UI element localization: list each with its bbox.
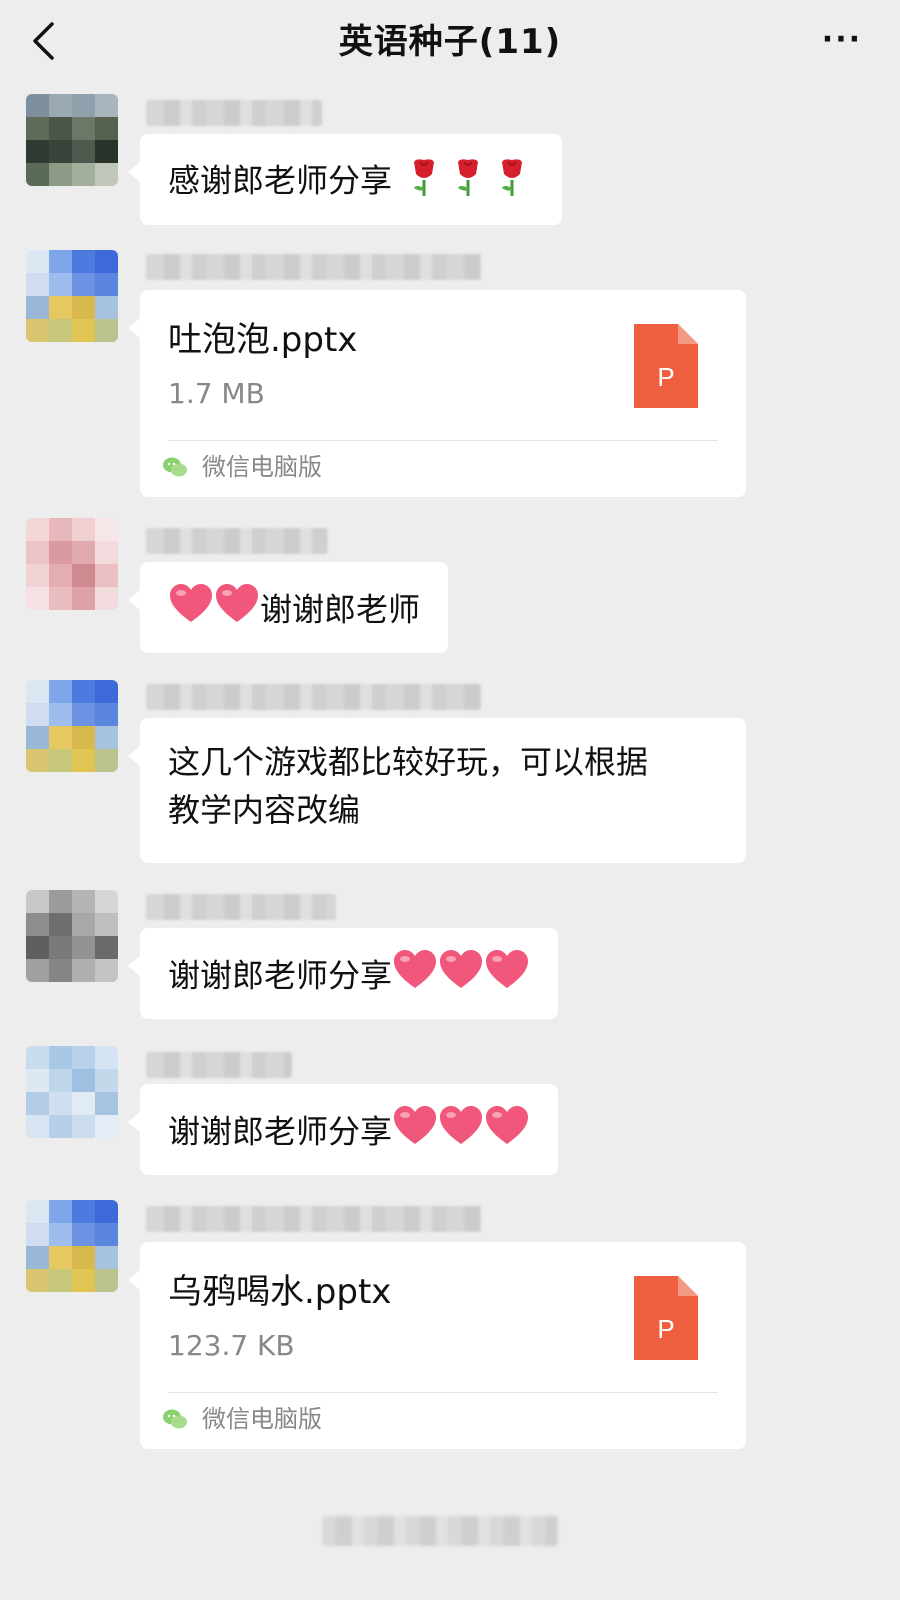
heart-emoji-icon xyxy=(438,948,484,1007)
heart-emoji-icon xyxy=(168,582,214,641)
avatar[interactable] xyxy=(26,1200,118,1292)
message-text-line: 这几个游戏都比较好玩，可以根据 xyxy=(168,743,649,781)
system-notice-blurred xyxy=(322,1516,558,1546)
message-text: 谢谢郎老师分享 xyxy=(168,1112,393,1151)
message-text: 感谢郎老师分享 xyxy=(168,161,393,200)
file-name: 乌鸦喝水.pptx xyxy=(168,1272,392,1312)
avatar[interactable] xyxy=(26,518,118,610)
ppt-icon-letter: P xyxy=(657,1314,674,1344)
avatar[interactable] xyxy=(26,1046,118,1138)
sender-name-blurred xyxy=(146,894,336,920)
avatar[interactable] xyxy=(26,890,118,982)
more-options-button[interactable]: ··· xyxy=(822,22,862,57)
sender-name-blurred xyxy=(146,528,328,554)
heart-emoji-icon xyxy=(214,582,260,641)
file-source: 微信电脑版 xyxy=(202,1405,322,1433)
file-size: 1.7 MB xyxy=(168,377,265,410)
wechat-icon xyxy=(163,1409,187,1429)
file-size: 123.7 KB xyxy=(168,1329,295,1362)
avatar[interactable] xyxy=(26,94,118,186)
ppt-file-icon: P xyxy=(634,1276,698,1360)
sender-name-blurred xyxy=(146,100,322,126)
divider xyxy=(168,440,718,441)
file-message[interactable]: 吐泡泡.pptx 1.7 MB P 微信电脑版 xyxy=(128,290,746,497)
sender-name-blurred xyxy=(146,254,482,280)
message-bubble[interactable]: 谢谢郎老师分享 xyxy=(127,1084,559,1175)
file-source: 微信电脑版 xyxy=(202,453,322,481)
message-bubble[interactable]: 感谢郎老师分享 xyxy=(127,134,563,225)
avatar[interactable] xyxy=(26,250,118,342)
rose-emoji-icon xyxy=(490,154,534,211)
heart-emoji-icon xyxy=(438,1104,484,1163)
ppt-file-icon: P xyxy=(634,324,698,408)
nav-bar: 英语种子(11) ··· xyxy=(0,0,900,86)
chat-title: 英语种子(11) xyxy=(338,22,562,62)
file-name: 吐泡泡.pptx xyxy=(168,320,358,360)
avatar[interactable] xyxy=(26,680,118,772)
sender-name-blurred xyxy=(146,1052,292,1078)
heart-emoji-icon xyxy=(484,1104,530,1163)
sender-name-blurred xyxy=(146,684,482,710)
heart-emoji-icon xyxy=(392,1104,438,1163)
wechat-icon xyxy=(163,457,187,477)
message-text: 谢谢郎老师分享 xyxy=(168,956,393,995)
heart-emoji-icon xyxy=(484,948,530,1007)
heart-emoji-icon xyxy=(392,948,438,1007)
message-bubble[interactable]: 这几个游戏都比较好玩，可以根据 教学内容改编 xyxy=(128,718,746,863)
file-message[interactable]: 乌鸦喝水.pptx 123.7 KB P 微信电脑版 xyxy=(128,1242,746,1449)
message-text-line: 教学内容改编 xyxy=(168,791,361,829)
ppt-icon-letter: P xyxy=(657,362,674,392)
rose-emoji-icon xyxy=(402,154,446,211)
rose-emoji-icon xyxy=(446,154,490,211)
message-bubble[interactable]: 谢谢郎老师分享 xyxy=(127,928,559,1019)
message-text: 谢谢郎老师 xyxy=(260,590,421,629)
sender-name-blurred xyxy=(146,1206,482,1232)
message-bubble[interactable]: 谢谢郎老师 xyxy=(127,562,449,653)
divider xyxy=(168,1392,718,1393)
